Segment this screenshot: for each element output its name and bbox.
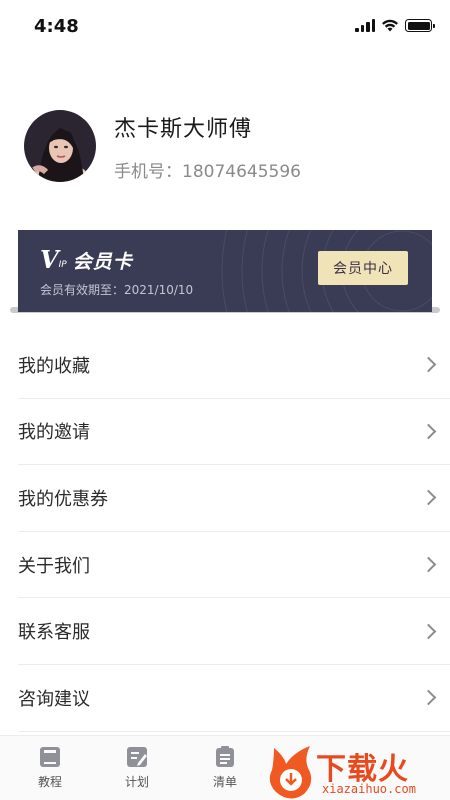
watermark-logo: 下载火 xiazaihuo.com: [264, 742, 450, 800]
status-bar: 4:48: [0, 0, 450, 54]
flame-download-icon: [269, 746, 312, 799]
edit-icon: [127, 747, 147, 767]
tab-label: 清单: [212, 775, 237, 789]
vip-logo-v: V: [40, 245, 59, 274]
chevron-right-icon: [420, 423, 437, 440]
menu-item-label: 联系客服: [18, 622, 90, 644]
menu-item-feedback[interactable]: 咨询建议: [18, 665, 450, 732]
chevron-right-icon: [420, 556, 437, 573]
menu-item-label: 咨询建议: [18, 688, 90, 710]
status-icons: [355, 19, 435, 32]
menu-item-label: 我的收藏: [18, 355, 90, 377]
tab-label: 计划: [124, 775, 149, 789]
vip-card-title: 会员卡: [72, 251, 133, 273]
tab-plan[interactable]: 计划: [107, 746, 167, 790]
menu-item-label: 关于我们: [18, 555, 90, 577]
signal-icon: [355, 19, 375, 32]
menu-item-customer-service[interactable]: 联系客服: [18, 598, 450, 665]
user-name: 杰卡斯大师傅: [114, 116, 253, 142]
profile-header[interactable]: 杰卡斯大师傅 手机号：18074645596: [24, 110, 301, 182]
vip-center-button[interactable]: 会员中心: [318, 251, 408, 285]
chevron-right-icon: [420, 623, 437, 639]
menu-list: 我的收藏 我的邀请 我的优惠券 关于我们 联系客服 咨询建议: [18, 332, 450, 732]
menu-item-about-us[interactable]: 关于我们: [18, 532, 450, 599]
wifi-icon: [382, 19, 398, 32]
watermark-url: xiazaihuo.com: [322, 782, 416, 796]
avatar[interactable]: [24, 110, 96, 182]
menu-item-label: 我的邀请: [18, 422, 90, 444]
user-phone: 手机号：18074645596: [114, 161, 301, 182]
tab-list[interactable]: 清单: [195, 746, 255, 790]
vip-expiry: 会员有效期至：2021/10/10: [40, 283, 194, 297]
menu-item-label: 我的优惠券: [18, 488, 108, 510]
status-time: 4:48: [34, 16, 79, 37]
battery-icon: [405, 19, 435, 32]
vip-logo: V IP 会员卡: [40, 248, 133, 272]
tab-label: 教程: [37, 775, 62, 789]
vip-card[interactable]: V IP 会员卡 会员有效期至：2021/10/10 会员中心: [18, 230, 432, 312]
vip-logo-ip: IP: [58, 260, 67, 270]
tab-tutorials[interactable]: 教程: [20, 746, 80, 790]
menu-item-favorites[interactable]: 我的收藏: [18, 332, 450, 399]
chevron-right-icon: [420, 689, 437, 706]
menu-item-invitations[interactable]: 我的邀请: [18, 399, 450, 466]
list-icon: [216, 746, 234, 767]
chevron-right-icon: [420, 490, 437, 506]
book-icon: [40, 747, 60, 767]
menu-item-coupons[interactable]: 我的优惠券: [18, 465, 450, 532]
chevron-right-icon: [420, 357, 437, 373]
